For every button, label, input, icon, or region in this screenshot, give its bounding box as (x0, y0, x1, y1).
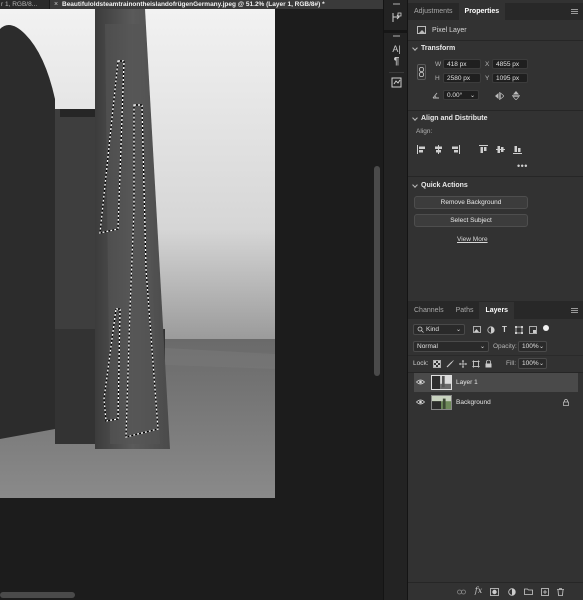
x-field[interactable]: 4855 px (492, 59, 528, 69)
document-tab-active[interactable]: × Beautifuloldsteamtrainontheislandofrüg… (50, 0, 383, 9)
align-label: Align: (416, 128, 433, 135)
adjustment-layer-icon[interactable] (507, 587, 516, 596)
new-layer-icon[interactable] (540, 587, 549, 596)
layer-type-label: Pixel Layer (432, 27, 467, 34)
canvas-image[interactable] (0, 9, 275, 498)
chevron-down-icon (412, 181, 418, 188)
link-icon[interactable] (417, 64, 426, 80)
paragraph-icon[interactable]: ¶ (390, 55, 403, 68)
layer-row-background[interactable]: Background (414, 393, 578, 412)
tab-paths[interactable]: Paths (450, 302, 480, 319)
align-right-edges-icon[interactable] (451, 145, 460, 154)
properties-panel-tabs: Adjustments Properties (408, 3, 583, 20)
pixel-layer-icon (417, 26, 426, 34)
horizontal-scrollbar[interactable] (0, 592, 75, 598)
quick-actions-section-header[interactable]: Quick Actions (412, 181, 468, 189)
panel-menu-icon[interactable] (571, 308, 578, 313)
character-icon[interactable]: A| (390, 42, 403, 55)
vertical-scrollbar[interactable] (374, 166, 380, 376)
transform-section-header[interactable]: Transform (412, 44, 455, 52)
strip-grip-handle[interactable] (393, 3, 400, 5)
link-layers-icon[interactable] (457, 587, 466, 596)
align-bottom-edges-icon[interactable] (513, 145, 522, 154)
document-tab-bar: r 1, RGB/8... × Beautifuloldsteamtrainon… (0, 0, 383, 9)
blend-mode-select[interactable]: Normal ⌄ (413, 341, 489, 352)
chevron-down-icon: ⌄ (455, 327, 461, 333)
lock-all-icon[interactable] (484, 359, 493, 368)
history-icon[interactable] (390, 11, 403, 24)
fill-field[interactable]: 100% ⌄ (518, 358, 547, 369)
align-horizontal-centers-icon[interactable] (434, 145, 443, 154)
tab-layers[interactable]: Layers (479, 302, 515, 319)
layers-panel-tabs: Channels Paths Layers (408, 301, 583, 319)
chevron-down-icon: ⌄ (479, 344, 485, 350)
filter-pixel-icon[interactable] (472, 325, 481, 334)
fx-icon[interactable]: fx (474, 586, 483, 595)
filter-shape-icon[interactable] (514, 325, 523, 334)
chevron-down-icon: ⌄ (538, 344, 544, 350)
add-mask-icon[interactable] (490, 587, 499, 596)
new-group-icon[interactable] (524, 587, 533, 596)
opacity-field[interactable]: 100% ⌄ (518, 341, 547, 352)
align-section-header[interactable]: Align and Distribute (412, 114, 488, 122)
lock-transparent-pixels-icon[interactable] (432, 359, 441, 368)
more-options-icon[interactable]: ••• (517, 161, 528, 171)
strip-grip-handle[interactable] (393, 35, 400, 37)
layer-name[interactable]: Layer 1 (456, 379, 478, 386)
y-field[interactable]: 1095 px (492, 73, 528, 83)
angle-icon (432, 92, 440, 99)
filter-adjustment-icon[interactable] (486, 325, 495, 334)
tab-adjustments[interactable]: Adjustments (408, 3, 459, 20)
document-tab-label: r 1, RGB/8... (1, 1, 38, 8)
lock-label: Lock: (413, 360, 429, 367)
align-top-edges-icon[interactable] (479, 145, 488, 154)
eye-icon[interactable] (416, 379, 425, 385)
flip-vertical-icon[interactable] (511, 91, 520, 100)
chevron-down-icon: ⌄ (469, 93, 475, 99)
chevron-down-icon (412, 114, 418, 121)
info-panel-icon[interactable] (390, 76, 403, 89)
chevron-down-icon (412, 44, 418, 51)
tab-channels[interactable]: Channels (408, 302, 450, 319)
panel-icon-strip: A| ¶ (383, 0, 409, 600)
width-field[interactable]: 418 px (443, 59, 481, 69)
eye-icon[interactable] (416, 399, 425, 405)
panel-menu-icon[interactable] (571, 9, 578, 14)
layer-thumbnail (431, 375, 452, 390)
layer-name[interactable]: Background (456, 399, 491, 406)
lock-image-pixels-icon[interactable] (445, 359, 454, 368)
width-label: W (435, 61, 442, 68)
layer-filter-select[interactable]: Kind ⌄ (413, 324, 465, 335)
tab-properties[interactable]: Properties (458, 3, 506, 20)
align-left-edges-icon[interactable] (417, 145, 426, 154)
fill-label: Fill: (506, 360, 517, 367)
document-tab-label: Beautifuloldsteamtrainontheislandofrügen… (62, 1, 325, 8)
angle-field[interactable]: 0.00° ⌄ (443, 90, 479, 100)
opacity-label: Opacity: (493, 343, 517, 350)
layer-thumbnail (431, 395, 452, 410)
height-label: H (435, 75, 440, 82)
right-panel: Adjustments Properties Pixel Layer Trans… (408, 0, 583, 600)
lock-position-icon[interactable] (458, 359, 467, 368)
flip-horizontal-icon[interactable] (495, 91, 504, 100)
remove-background-button[interactable]: Remove Background (414, 196, 528, 209)
layer-row-layer-1[interactable]: Layer 1 (414, 373, 578, 392)
trash-icon[interactable] (556, 587, 565, 596)
y-label: Y (485, 75, 490, 82)
search-icon (417, 326, 424, 333)
filter-toggle-icon[interactable] (543, 325, 549, 331)
select-subject-button[interactable]: Select Subject (414, 214, 528, 227)
align-vertical-centers-icon[interactable] (496, 145, 505, 154)
canvas-area[interactable] (0, 9, 383, 600)
close-icon[interactable]: × (52, 1, 60, 8)
lock-artboard-icon[interactable] (471, 359, 480, 368)
view-more-link[interactable]: View More (457, 236, 488, 243)
lock-icon (563, 399, 569, 406)
document-tab-previous[interactable]: r 1, RGB/8... (0, 0, 50, 9)
x-label: X (485, 61, 490, 68)
filter-type-icon[interactable]: T (500, 325, 509, 334)
chevron-down-icon: ⌄ (538, 361, 544, 367)
height-field[interactable]: 2580 px (443, 73, 481, 83)
filter-smart-object-icon[interactable] (528, 325, 537, 334)
